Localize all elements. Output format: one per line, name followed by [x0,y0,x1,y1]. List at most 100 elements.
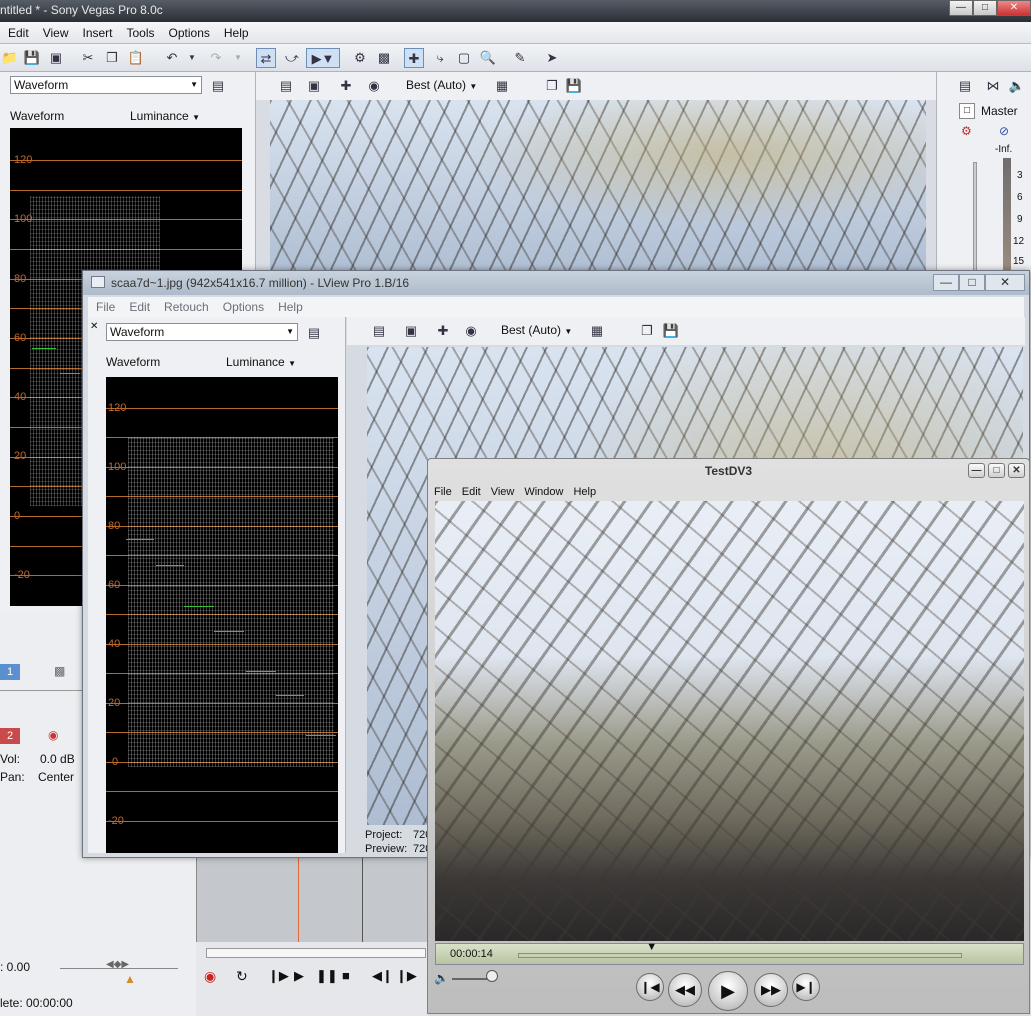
menu-options[interactable]: Options [169,26,210,40]
marquee-icon[interactable]: ▢ [454,48,474,68]
menu-file[interactable]: File [96,300,115,314]
channel-select[interactable]: Luminance ▼ [130,109,200,123]
go-to-start-icon[interactable]: ◀❙ [372,968,393,984]
ignore-grouping-icon[interactable]: ▩ [374,48,394,68]
vol-value[interactable]: 0.0 dB [40,752,75,766]
copy-snapshot-icon[interactable]: ❐ [542,76,562,96]
menu-retouch[interactable]: Retouch [164,300,209,314]
open-folder-icon[interactable]: 📁 [0,48,20,68]
properties-icon[interactable]: ▤ [276,76,296,96]
preview-quality-select[interactable]: Best (Auto) ▼ [406,78,477,92]
settings-icon[interactable]: ▤ [304,323,324,343]
edit-tool-icon[interactable]: ▶▼ [306,48,340,68]
play-icon[interactable]: ▶ [708,971,748,1011]
menu-edit[interactable]: Edit [8,26,29,40]
close-icon[interactable]: ✕ [985,274,1025,291]
grid-icon[interactable]: ▦ [492,76,512,96]
maximize-icon[interactable]: □ [959,274,985,291]
close-icon[interactable]: ✕ [90,321,98,332]
split-screen-icon[interactable]: ✚ [336,76,356,96]
chevron-down-icon[interactable]: ▼ [182,48,202,68]
maximize-icon[interactable]: □ [973,0,997,16]
play-icon[interactable]: ▶ [294,968,304,984]
record-icon[interactable]: ◉ [204,968,216,985]
menu-help[interactable]: Help [573,486,596,498]
copy-snapshot-icon[interactable]: ❐ [637,321,657,341]
scope-type-select[interactable]: Waveform ▼ [10,76,202,94]
snapping-icon[interactable]: ✚ [404,48,424,68]
fast-forward-icon[interactable]: ▶▶ [754,973,788,1007]
rewind-icon[interactable]: ◀◀ [668,973,702,1007]
pause-icon[interactable]: ❚❚ [316,968,338,984]
rate-slider-thumb-icon[interactable]: ◀◆▶ [106,959,129,970]
master-fader-track[interactable] [973,162,977,272]
maximize-icon[interactable]: □ [988,463,1005,478]
timeline-scrollbar[interactable] [206,948,426,958]
copy-icon[interactable]: ❐ [102,48,122,68]
minimize-icon[interactable]: — [949,0,973,16]
qt-playhead-icon[interactable]: ▼ [646,941,657,953]
external-monitor-icon[interactable]: ▣ [304,76,324,96]
timeline-track-area[interactable] [196,858,428,942]
menu-view[interactable]: View [43,26,69,40]
menu-edit[interactable]: Edit [129,300,150,314]
track-fx-icon[interactable]: ▩ [54,664,65,678]
loop-icon[interactable]: ↻ [236,968,248,985]
properties-icon[interactable]: ✎ [510,48,530,68]
go-to-end-icon[interactable]: ❙▶ [396,968,417,984]
auto-ripple-icon[interactable]: ⇄ [256,48,276,68]
pan-value[interactable]: Center [38,770,74,784]
split-screen-icon[interactable]: ✚ [433,321,453,341]
downmix-icon[interactable]: ⋈ [983,76,1003,96]
menu-tools[interactable]: Tools [127,26,155,40]
mute-icon[interactable]: ⊘ [999,124,1009,138]
minimize-icon[interactable]: — [968,463,985,478]
minimize-icon[interactable]: — [933,274,959,291]
overlay-icon[interactable]: ◉ [364,76,384,96]
volume-thumb-icon[interactable] [486,970,498,982]
menu-help[interactable]: Help [224,26,249,40]
master-bus-icon[interactable]: □ [959,103,975,119]
save-snapshot-icon[interactable]: 💾 [564,76,584,96]
undo-icon[interactable]: ↶ [162,48,182,68]
menu-view[interactable]: View [491,486,515,498]
close-icon[interactable]: ✕ [997,0,1031,16]
channel-select[interactable]: Luminance ▼ [226,355,296,369]
preview-quality-select[interactable]: Best (Auto) ▼ [501,323,572,337]
go-to-start-icon[interactable]: ❙◀ [636,973,664,1001]
close-icon[interactable]: ✕ [1008,463,1025,478]
help-pointer-icon[interactable]: ➤ [542,48,562,68]
go-to-end-icon[interactable]: ▶❙ [792,973,820,1001]
redo-icon[interactable]: ↷ [206,48,226,68]
menu-options[interactable]: Options [223,300,264,314]
scope-type-select[interactable]: Waveform ▼ [106,323,298,341]
menu-file[interactable]: File [434,486,452,498]
save-as-icon[interactable]: ▣ [46,48,66,68]
overlay-icon[interactable]: ◉ [461,321,481,341]
stop-icon[interactable]: ■ [342,968,350,983]
qt-scrubber-track[interactable] [518,953,962,958]
paste-icon[interactable]: 📋 [126,48,146,68]
menu-help[interactable]: Help [278,300,303,314]
play-from-start-icon[interactable]: ❙▶ [268,968,289,984]
envelope-icon[interactable]: ⤻ [282,48,302,68]
save-icon[interactable]: 💾 [22,48,42,68]
settings-icon[interactable]: ▤ [208,76,228,96]
menu-edit[interactable]: Edit [462,486,481,498]
grid-icon[interactable]: ▦ [587,321,607,341]
arm-record-icon[interactable]: ◉ [48,728,58,742]
mixer-properties-icon[interactable]: ▤ [955,76,975,96]
selection-tool-icon[interactable]: ⤷ [430,48,450,68]
fx-icon[interactable]: ⚙ [961,124,972,138]
menu-window[interactable]: Window [524,486,563,498]
track-number-1[interactable]: 1 [0,664,20,680]
zoom-tool-icon[interactable]: 🔍 [478,48,498,68]
lock-envelopes-icon[interactable]: ⚙ [350,48,370,68]
chevron-down-icon[interactable]: ▼ [228,48,248,68]
track-number-2[interactable]: 2 [0,728,20,744]
cut-icon[interactable]: ✂ [78,48,98,68]
external-monitor-icon[interactable]: ▣ [401,321,421,341]
menu-insert[interactable]: Insert [82,26,112,40]
speaker-icon[interactable]: 🔈 [1007,76,1027,96]
save-snapshot-icon[interactable]: 💾 [661,321,681,341]
